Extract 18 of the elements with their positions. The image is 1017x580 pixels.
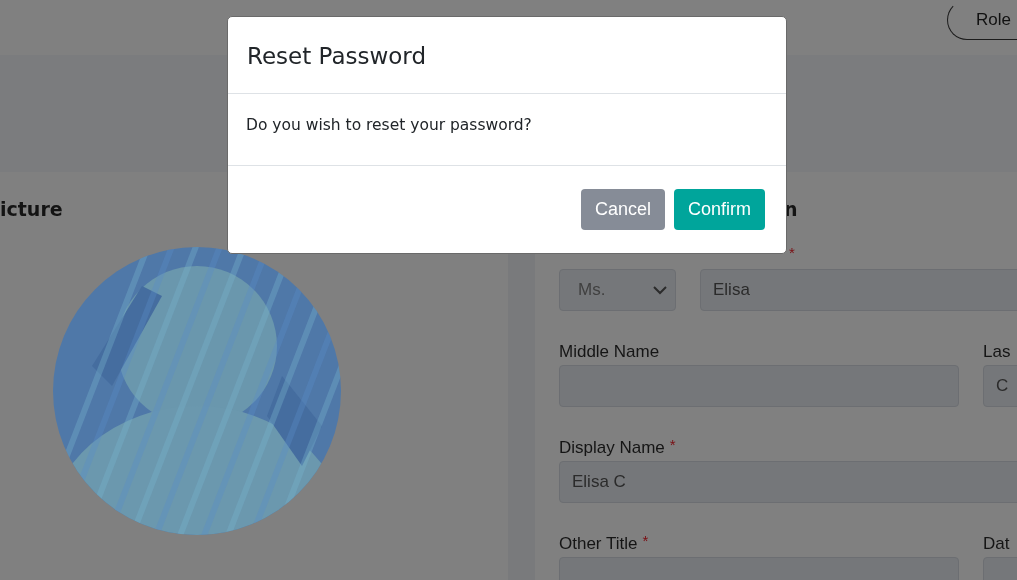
required-mark: *: [642, 533, 649, 548]
cancel-button[interactable]: Cancel: [580, 189, 665, 230]
field-label: Other Title: [559, 533, 638, 554]
field-label: Display Name: [559, 437, 665, 458]
required-mark: *: [789, 245, 795, 260]
title-select[interactable]: Ms.: [559, 269, 676, 311]
field-label: Middle Name: [559, 341, 660, 362]
field-label: Dat: [983, 533, 1010, 554]
required-mark: *: [669, 437, 676, 452]
field-label: Las: [983, 341, 1011, 362]
chevron-down-icon: [653, 285, 667, 295]
input-field[interactable]: C: [983, 365, 1017, 407]
dialog-message: Do you wish to reset your password?: [246, 115, 532, 136]
input-field[interactable]: Elisa C: [559, 461, 1017, 503]
dialog-title: Reset Password: [247, 42, 426, 71]
confirm-button[interactable]: Confirm: [674, 189, 765, 230]
section-heading: icture: [0, 197, 64, 221]
input-field[interactable]: Elisa: [700, 269, 1017, 311]
